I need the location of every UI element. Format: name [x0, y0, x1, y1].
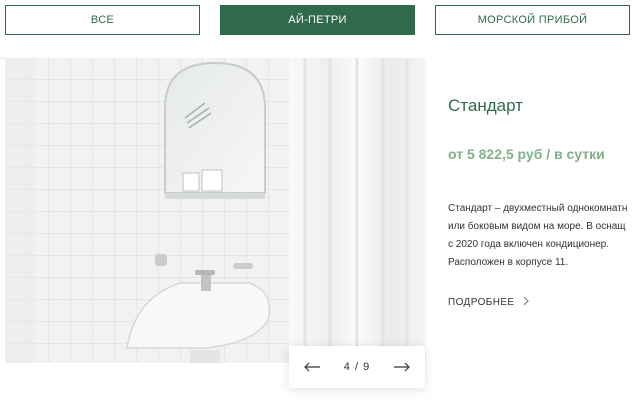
bathroom-photo-image: [5, 58, 426, 363]
more-details-label: ПОДРОБНЕЕ: [448, 297, 515, 308]
room-photo: [5, 58, 426, 363]
room-description-line: Стандарт – двухместный однокомнатн: [448, 203, 628, 214]
gallery-pager: 4 / 9: [289, 346, 425, 388]
tab-morskoy-priboy[interactable]: МОРСКОЙ ПРИБОЙ: [435, 5, 630, 35]
chevron-right-icon: [522, 296, 530, 309]
room-price: от 5 822,5 руб / в сутки: [448, 146, 605, 162]
gallery-counter: 4 / 9: [343, 361, 371, 373]
more-details-link[interactable]: ПОДРОБНЕЕ: [448, 296, 530, 309]
arrow-right-icon[interactable]: [391, 356, 413, 378]
room-title: Стандарт: [448, 96, 523, 115]
room-description-line: с 2020 года включен кондиционер.: [448, 239, 610, 250]
hotel-filter-tabs: ВСЕ АЙ-ПЕТРИ МОРСКОЙ ПРИБОЙ: [0, 0, 640, 59]
tab-all[interactable]: ВСЕ: [5, 5, 200, 35]
tab-ai-petri[interactable]: АЙ-ПЕТРИ: [220, 5, 415, 35]
room-description: Стандарт – двухместный однокомнатн или б…: [448, 200, 640, 272]
room-description-line: или боковым видом на море. В оснащ: [448, 221, 626, 232]
room-description-line: Расположен в корпусе 11.: [448, 257, 569, 268]
arrow-left-icon[interactable]: [301, 356, 323, 378]
